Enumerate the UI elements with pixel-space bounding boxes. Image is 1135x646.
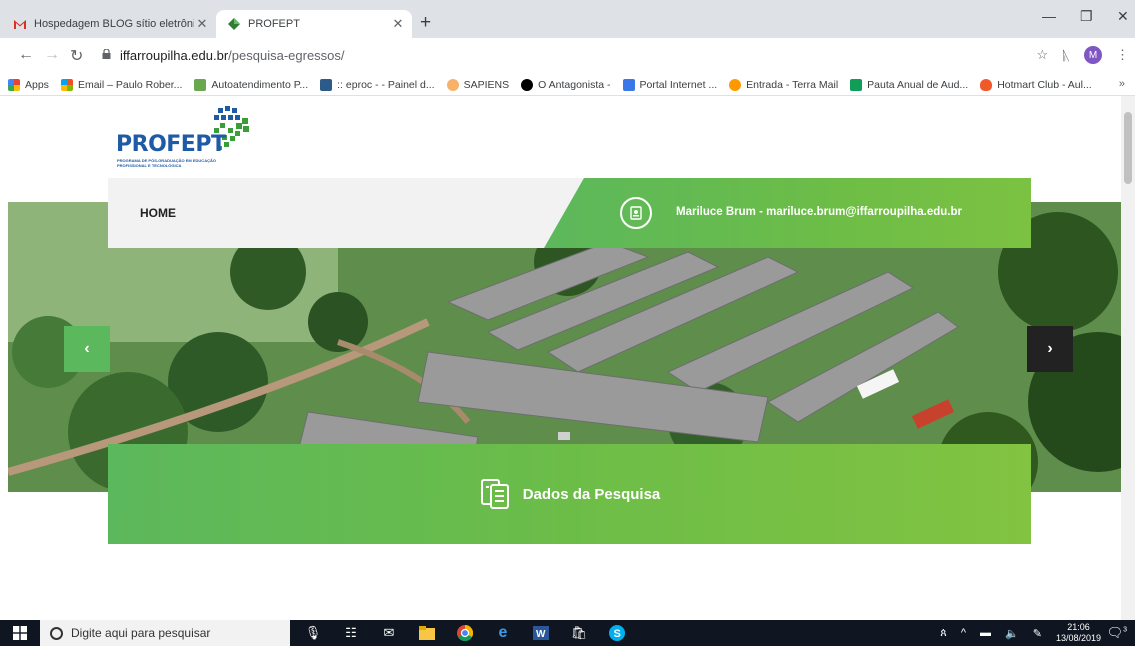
clock-date: 13/08/2019	[1055, 633, 1101, 643]
search-placeholder: Digite aqui para pesquisar	[71, 626, 211, 640]
nav-home-link[interactable]: HOME	[140, 206, 176, 220]
tab-title: PROFEPT	[248, 18, 300, 30]
site-navbar: HOME Mariluce Brum - mariluce.brum@iffar…	[108, 178, 1031, 248]
clock-time: 21:06	[1067, 622, 1090, 632]
profile-avatar[interactable]: M	[1084, 46, 1102, 64]
browser-tab-bar: Hospedagem BLOG sítio eletrôni ✕ PROFEPT…	[0, 0, 1135, 38]
page-scrollbar[interactable]	[1121, 96, 1135, 620]
profept-favicon-icon	[226, 16, 242, 32]
url-host: iffarroupilha.edu.br	[120, 48, 229, 63]
tab-hospedagem-blog[interactable]: Hospedagem BLOG sítio eletrôni ✕	[12, 10, 216, 38]
pen-icon[interactable]: ✎	[1033, 627, 1042, 640]
taskbar-search-box[interactable]: Digite aqui para pesquisar	[40, 620, 290, 646]
bookmarks-bar: Apps Email – Paulo Rober... Autoatendime…	[0, 74, 1135, 96]
url-path: /pesquisa-egressos/	[228, 48, 345, 63]
nav-menu: HOME	[108, 178, 608, 248]
carousel-prev-button[interactable]: ‹	[64, 326, 110, 372]
lock-icon	[102, 49, 111, 59]
back-arrow-icon[interactable]: ←	[18, 46, 34, 64]
people-icon[interactable]: ጰ	[940, 627, 947, 640]
pauta-icon	[850, 78, 863, 91]
tab-profept[interactable]: PROFEPT ✕	[216, 10, 412, 38]
eproc-icon	[320, 78, 333, 91]
volume-icon[interactable]: 🔈	[1005, 627, 1019, 640]
dados-pesquisa-section[interactable]: Dados da Pesquisa	[108, 444, 1031, 544]
address-bar: ← → ↻ iffarroupilha.edu.br/pesquisa-egre…	[0, 38, 1135, 74]
file-explorer-icon[interactable]	[418, 624, 436, 642]
more-bookmarks-icon[interactable]: »	[1119, 78, 1125, 90]
new-tab-button[interactable]: +	[420, 12, 431, 34]
battery-icon[interactable]: ▬	[980, 627, 991, 639]
taskbar-clock[interactable]: 21:06 13/08/2019	[1056, 622, 1101, 644]
hotmart-flame-icon	[980, 78, 993, 91]
gmail-icon	[12, 16, 28, 32]
cortana-circle-icon	[50, 626, 63, 640]
svg-text:S: S	[614, 628, 621, 640]
windows-start-button[interactable]	[0, 620, 40, 646]
contact-card-icon	[620, 197, 652, 229]
autoatendimento-icon	[194, 78, 207, 91]
chrome-icon[interactable]	[456, 624, 474, 642]
system-tray: ጰ ^ ▬ 🔈 ✎ 21:06 13/08/2019	[940, 620, 1101, 646]
bookmark-star-icon[interactable]: ☆	[1037, 47, 1049, 63]
bookmark-terra-mail[interactable]: Entrada - Terra Mail	[729, 78, 838, 91]
word-icon[interactable]: W	[532, 624, 550, 642]
tab-title: Hospedagem BLOG sítio eletrôni	[34, 18, 194, 30]
close-window-icon[interactable]: ✕	[1117, 8, 1129, 25]
contact-banner: Mariluce Brum - mariluce.brum@iffarroupi…	[544, 178, 1031, 248]
document-icon	[480, 479, 509, 509]
contact-info: Mariluce Brum - mariluce.brum@iffarroupi…	[676, 206, 962, 218]
scrollbar-thumb[interactable]	[1124, 112, 1132, 184]
svg-text:W: W	[536, 629, 546, 640]
minimize-window-icon[interactable]: —	[1042, 8, 1056, 24]
terra-icon	[729, 78, 742, 91]
bookmark-portal-internet[interactable]: Portal Internet ...	[622, 78, 717, 91]
bookmark-hotmart[interactable]: Hotmart Club - Aul...	[980, 78, 1092, 91]
windows-taskbar: Digite aqui para pesquisar 🎙 ☷ ✉ e W 🛍 S…	[0, 620, 1135, 646]
reload-icon[interactable]: ↻	[70, 46, 83, 66]
logo-text: PROFEPT	[116, 132, 226, 157]
skype-icon[interactable]: S	[608, 624, 626, 642]
restore-window-icon[interactable]: ❐	[1080, 8, 1093, 25]
chevron-up-icon[interactable]: ^	[961, 627, 966, 639]
bookmark-apps[interactable]: Apps	[8, 78, 49, 91]
notification-center-icon[interactable]: 🗨3	[1107, 625, 1127, 641]
forward-arrow-icon[interactable]: →	[44, 46, 60, 64]
windows-icon	[60, 78, 73, 91]
bookmark-autoatendimento[interactable]: Autoatendimento P...	[194, 78, 308, 91]
mail-icon[interactable]: ✉	[380, 624, 398, 642]
windows-logo-icon	[13, 626, 27, 640]
carousel-next-button[interactable]: ›	[1027, 326, 1073, 372]
dados-pesquisa-title: Dados da Pesquisa	[522, 485, 661, 503]
close-tab-icon[interactable]: ✕	[390, 16, 406, 32]
url-field[interactable]: iffarroupilha.edu.br/pesquisa-egressos/	[120, 48, 345, 63]
logo-subtitle: PROGRAMA DE PÓS-GRADUAÇÃO EM EDUCAÇÃO PR…	[117, 158, 216, 168]
antagonista-icon	[521, 78, 534, 91]
bookmark-antagonista[interactable]: O Antagonista -	[521, 78, 611, 91]
portal-icon	[622, 78, 635, 91]
bookmark-eproc[interactable]: :: eproc - - Painel d...	[320, 78, 435, 91]
sapiens-icon	[446, 78, 459, 91]
extension-icon[interactable]: ᚣ	[1062, 48, 1070, 63]
notification-count: 3	[1123, 626, 1127, 634]
bookmark-email[interactable]: Email – Paulo Rober...	[60, 78, 182, 91]
store-icon[interactable]: 🛍	[570, 624, 588, 642]
web-page: PROFEPT PROGRAMA DE PÓS-GRADUAÇÃO EM EDU…	[0, 96, 1135, 620]
bookmark-pauta-anual[interactable]: Pauta Anual de Aud...	[850, 78, 968, 91]
bookmark-sapiens[interactable]: SAPIENS	[446, 78, 509, 91]
task-view-icon[interactable]: ☷	[342, 624, 360, 642]
close-tab-icon[interactable]: ✕	[194, 16, 210, 32]
profept-logo[interactable]: PROFEPT PROGRAMA DE PÓS-GRADUAÇÃO EM EDU…	[116, 106, 266, 172]
menu-kebab-icon[interactable]: ⋮	[1116, 47, 1129, 63]
apps-grid-icon	[8, 78, 20, 91]
microphone-icon[interactable]: 🎙	[304, 624, 322, 642]
edge-icon[interactable]: e	[494, 624, 512, 642]
